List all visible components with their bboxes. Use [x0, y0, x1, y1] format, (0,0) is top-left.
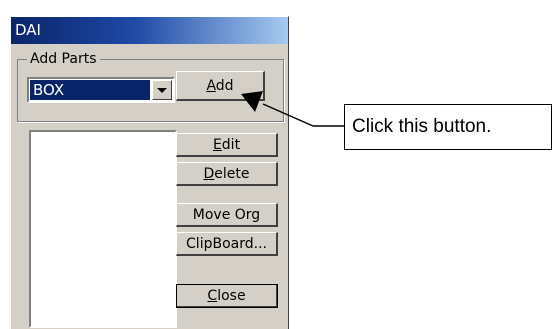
callout-annotation: Click this button. — [344, 104, 552, 150]
arrow-pointer-icon — [241, 91, 344, 127]
